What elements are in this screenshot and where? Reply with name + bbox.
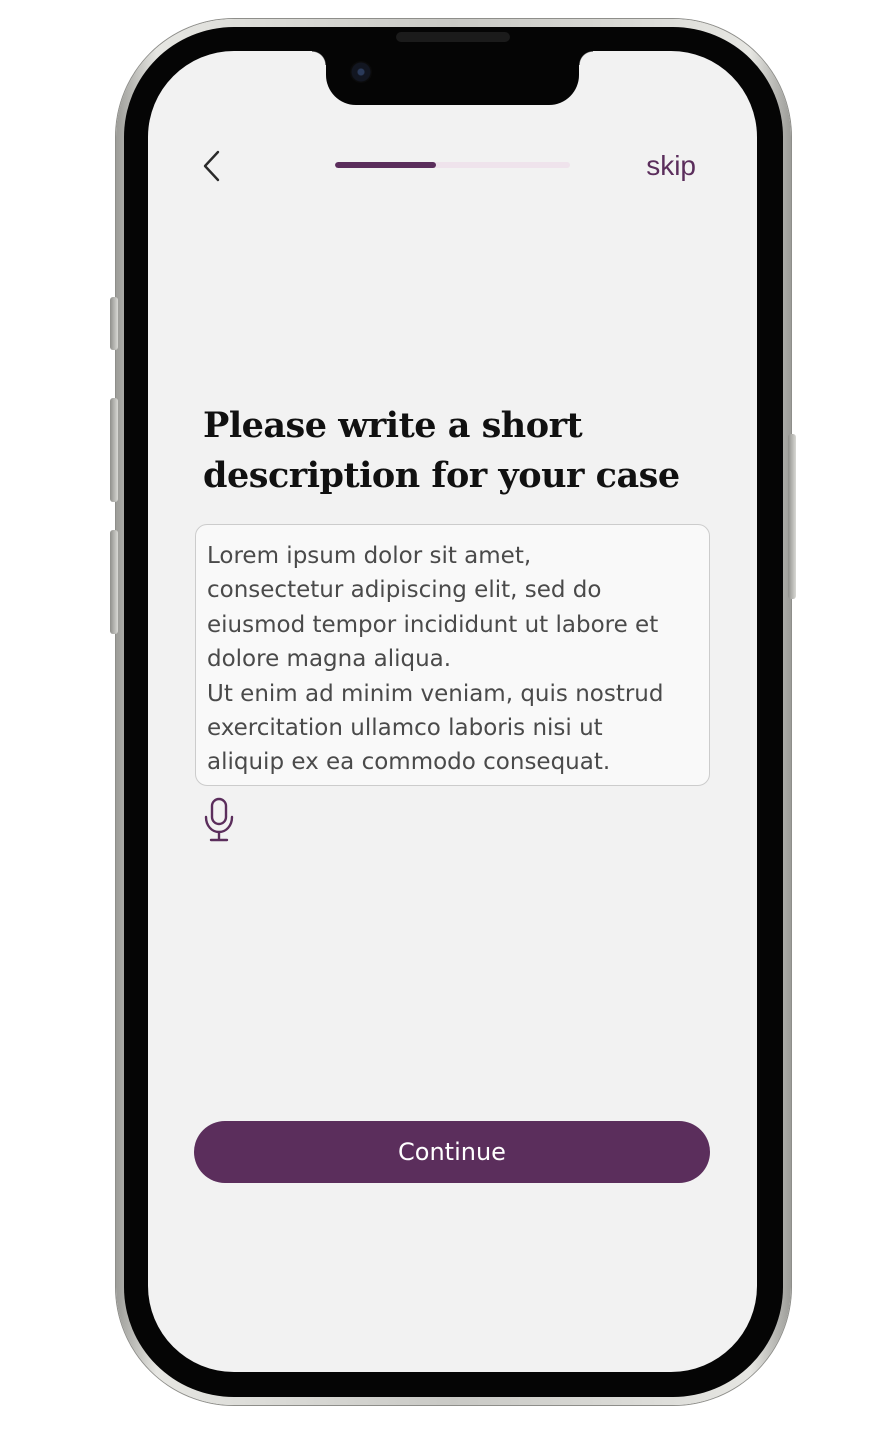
earpiece-speaker [396, 32, 510, 42]
description-textarea[interactable]: Lorem ipsum dolor sit amet, consectetur … [195, 524, 710, 786]
volume-up-button [110, 398, 118, 502]
progress-bar-fill [335, 162, 437, 168]
front-camera [350, 61, 372, 83]
continue-button[interactable]: Continue [194, 1121, 710, 1183]
skip-button[interactable]: skip [646, 150, 696, 182]
app-screen: skip Please write a short description fo… [148, 51, 757, 1372]
page-title: Please write a short description for you… [203, 405, 680, 496]
back-button[interactable] [198, 149, 228, 183]
progress-bar [335, 162, 570, 168]
chevron-left-icon [203, 150, 220, 182]
power-button [788, 434, 796, 599]
voice-input-button[interactable] [203, 797, 235, 843]
mute-switch [110, 297, 118, 350]
microphone-icon [204, 797, 234, 842]
notch [312, 51, 593, 105]
volume-down-button [110, 530, 118, 634]
